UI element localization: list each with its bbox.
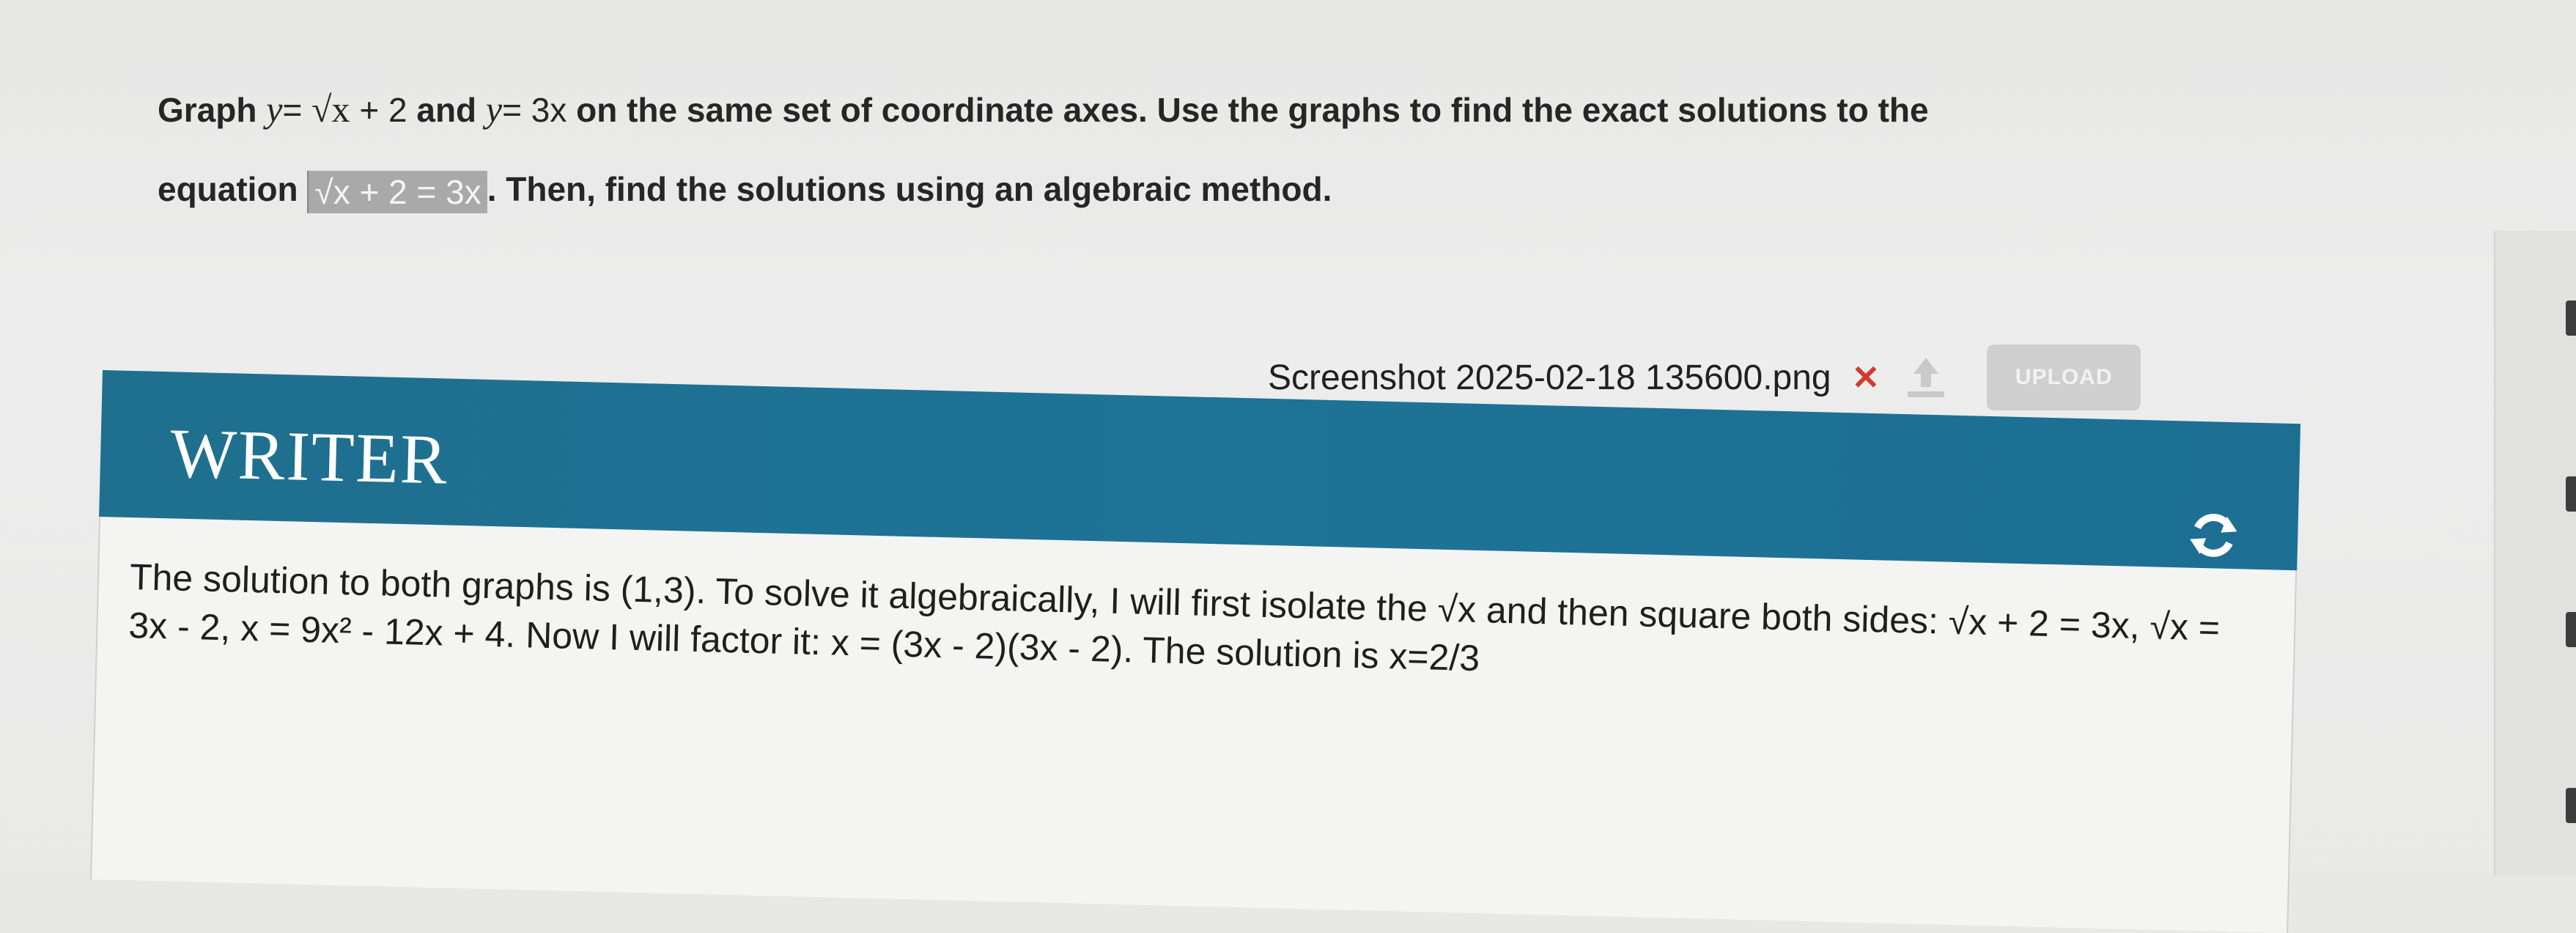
question-line-2: equation √x + 2 = 3x. Then, find the sol… [158,150,2356,229]
side-tab-4[interactable] [2566,788,2576,823]
question-graph-word: Graph [158,91,267,129]
question-line1-rest: on the same set of coordinate axes. Use … [567,91,1929,129]
math-sqrt-x: √x [311,89,350,130]
side-tab-1[interactable] [2566,300,2576,336]
writer-panel: WRITER The solution to both graphs is (1… [90,370,2301,933]
equation-expression: + 2 = 3x [350,172,481,211]
side-tab-2[interactable] [2566,476,2576,512]
equation-highlight: √x + 2 = 3x [307,170,487,213]
refresh-icon[interactable] [2183,505,2243,565]
attachment-row: Screenshot 2025-02-18 135600.png ✕ UPLOA… [1268,344,2141,410]
question-equation-word: equation [158,170,308,208]
side-tab-3[interactable] [2566,612,2576,647]
question-and-word: and [407,91,486,129]
question-line-1: Graph y= √x + 2 and y= 3x on the same se… [158,70,2356,150]
writer-title: WRITER [169,413,450,499]
question-text: Graph y= √x + 2 and y= 3x on the same se… [158,70,2356,229]
answer-textarea[interactable]: The solution to both graphs is (1,3). To… [90,516,2298,933]
math-y-second: y [485,89,503,130]
question-line2-rest: . Then, find the solutions using an alge… [487,170,1332,208]
math-equals-3x: = 3x [502,91,567,129]
close-icon[interactable]: ✕ [1852,358,1881,397]
upload-arrow-icon[interactable] [1900,352,1952,403]
math-plus-two: + 2 [350,91,407,129]
upload-button[interactable]: UPLOAD [1987,344,2141,410]
equation-sqrt-x: √x [314,172,350,211]
math-y: y [266,89,283,130]
math-equals: = [282,91,312,129]
attachment-filename: Screenshot 2025-02-18 135600.png [1268,358,1831,397]
side-panel [2494,231,2576,876]
